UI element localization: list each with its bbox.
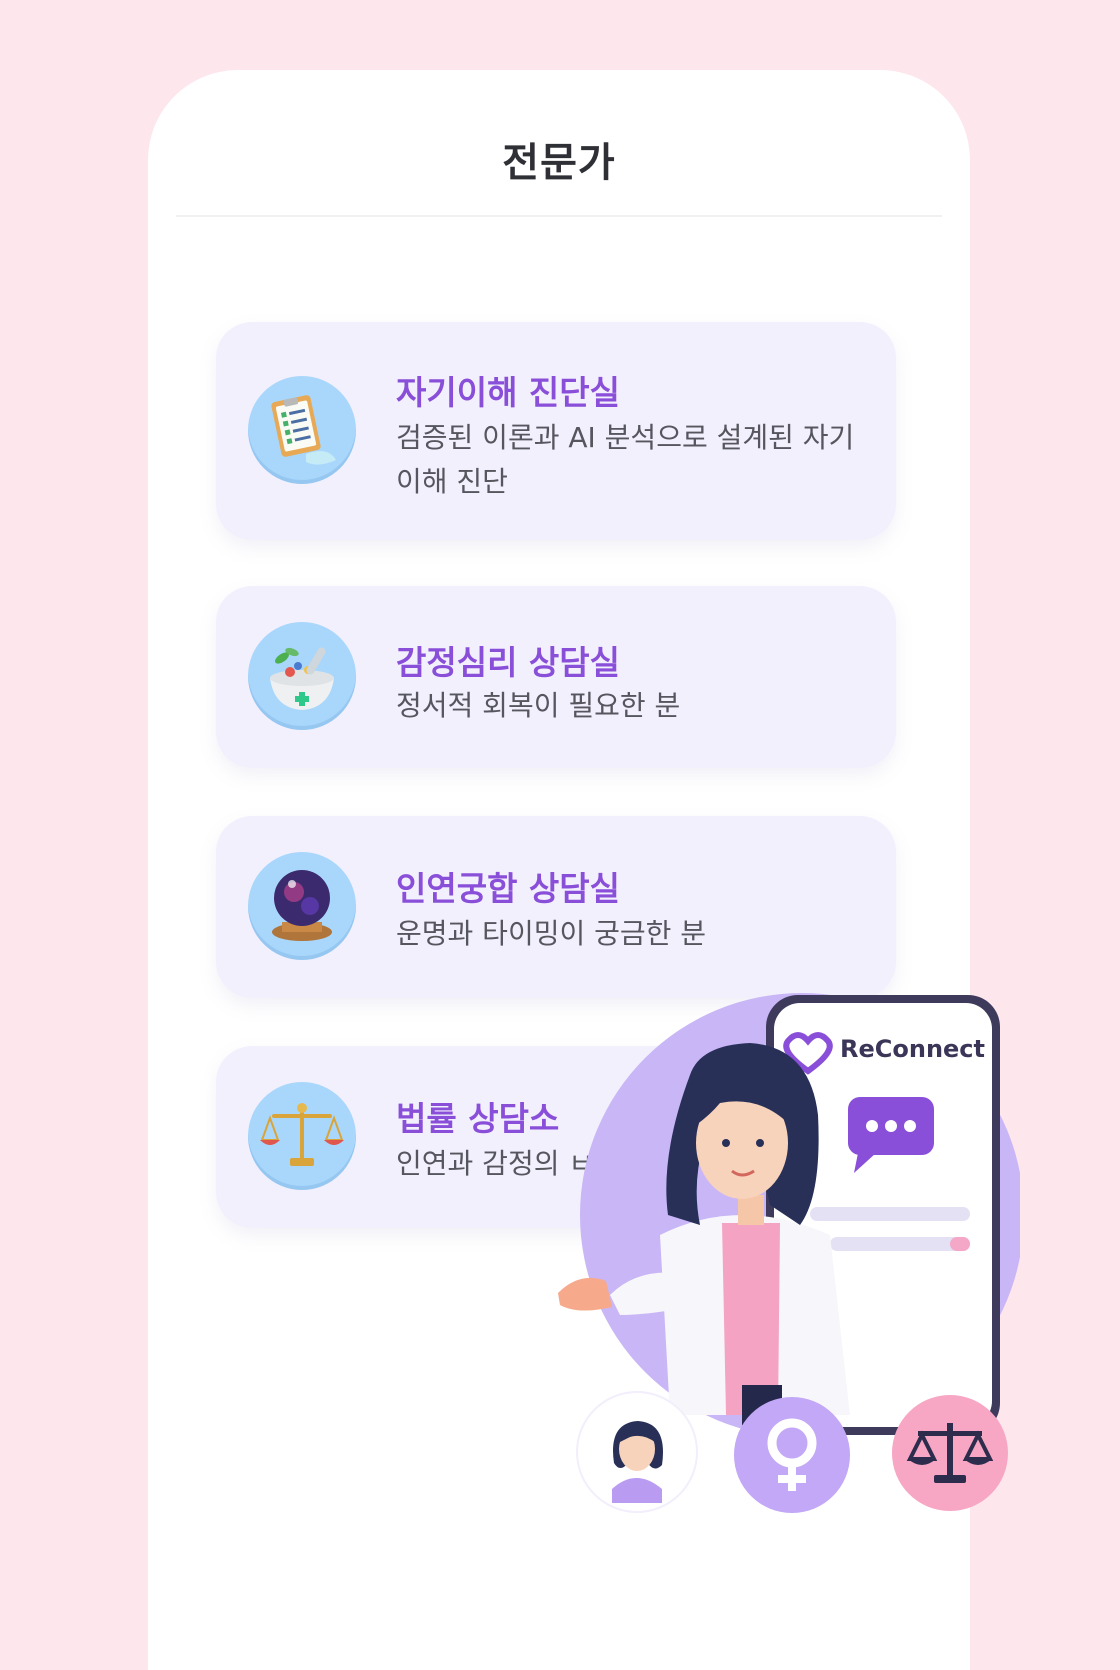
crystal-ball-icon (248, 852, 356, 960)
page-title: 전문가 (502, 140, 616, 186)
herb-mortar-bowl-icon (248, 622, 356, 730)
card-description: 운명과 타이밍이 궁금한 분 (396, 917, 707, 950)
woman-avatar-icon (578, 1393, 696, 1511)
card-title: 감정심리 상담실 (396, 643, 621, 682)
card-title: 인연궁합 상담실 (396, 869, 621, 908)
card-emotional-counseling[interactable]: 감정심리 상담실 정서적 회복이 필요한 분 (216, 586, 896, 768)
card-title: 법률 상담소 (396, 1099, 560, 1138)
page-header: 전문가 (148, 70, 970, 218)
card-title: 자기이해 진단실 (396, 373, 621, 412)
card-description: 검증된 이론과 AI 분석으로 설계된 자기 이해 진단 (396, 421, 855, 498)
balance-scale-icon (248, 1082, 356, 1190)
female-symbol-icon (734, 1397, 850, 1513)
card-destiny-compatibility[interactable]: 인연궁합 상담실 운명과 타이밍이 궁금한 분 (216, 816, 896, 998)
scale-badge-icon (892, 1395, 1008, 1511)
counselor-illustration: ReConnect (550, 975, 1020, 1535)
clipboard-checklist-icon (248, 376, 356, 484)
card-description: 정서적 회복이 필요한 분 (396, 689, 681, 722)
header-divider (176, 215, 942, 217)
brand-logo-text: ReConnect (840, 1035, 986, 1063)
card-self-understanding[interactable]: 자기이해 진단실 검증된 이론과 AI 분석으로 설계된 자기 이해 진단 (216, 322, 896, 540)
